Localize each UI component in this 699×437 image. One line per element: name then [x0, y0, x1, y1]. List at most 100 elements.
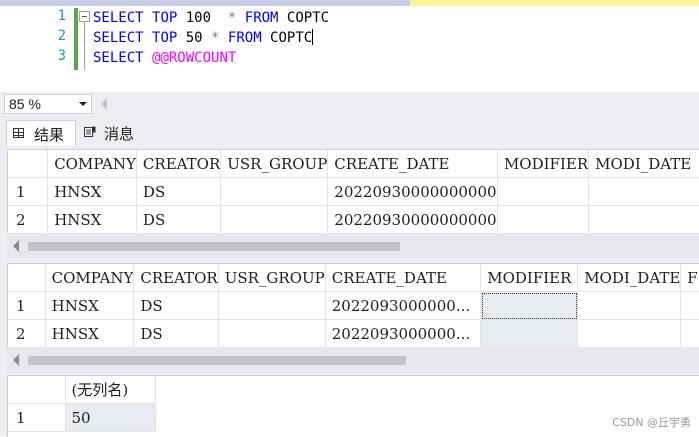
code-line[interactable]: SELECT @@ROWCOUNT [93, 48, 236, 68]
table-cell[interactable] [680, 319, 699, 348]
row-number[interactable]: 1 [8, 403, 66, 432]
table-cell[interactable] [588, 205, 699, 234]
table-cell[interactable]: 2022093000000... [325, 319, 482, 348]
column-header[interactable]: MODI_DATE [588, 150, 699, 178]
code-token: 50 [177, 30, 212, 46]
column-header[interactable]: F [680, 264, 699, 292]
outline-line [84, 22, 85, 70]
result-grid-1[interactable]: COMPANY CREATOR USR_GROUP CREATE_DATE MODIFI… [7, 149, 699, 234]
zoom-dropdown[interactable]: 85 % [4, 94, 92, 114]
chevron-down-icon[interactable] [79, 102, 87, 106]
table-cell[interactable] [480, 319, 579, 348]
message-icon [84, 126, 96, 137]
column-header[interactable]: MODIFIER [497, 150, 590, 178]
table-cell[interactable] [218, 319, 326, 348]
table-cell[interactable] [480, 291, 579, 320]
scrollbar-thumb[interactable] [28, 242, 400, 251]
collapse-toggle-icon[interactable] [79, 11, 90, 22]
tab-results[interactable]: 结果 [6, 120, 76, 146]
table-cell[interactable] [497, 205, 590, 234]
column-header[interactable]: USR_GROUP [220, 150, 329, 178]
row-number[interactable]: 1 [8, 291, 46, 320]
scroll-left-icon[interactable] [101, 98, 107, 110]
zoom-bar: 85 % [0, 92, 699, 116]
row-number[interactable]: 1 [8, 177, 49, 206]
table-cell[interactable]: DS [136, 177, 222, 206]
code-line[interactable]: SELECT TOP 100 * FROM COPTC [93, 8, 329, 28]
column-header[interactable]: MODI_DATE [577, 264, 682, 292]
column-header[interactable]: (无列名) [65, 376, 156, 404]
query-editor[interactable]: 1 2 3 SELECT TOP 100 * FROM COPTC SELECT… [0, 6, 699, 92]
scroll-left-icon[interactable] [13, 240, 19, 252]
table-cell[interactable]: HNSX [47, 205, 137, 234]
column-header[interactable]: MODIFIER [480, 264, 579, 292]
code-line[interactable]: SELECT TOP 50 * FROM COPTC [93, 28, 314, 48]
table-row[interactable]: 1 50 [8, 403, 156, 432]
table-row[interactable]: 2 HNSX DS 20220930000000000 [8, 205, 699, 234]
code-token: TOP [152, 10, 178, 26]
table-cell[interactable] [577, 291, 682, 320]
table-row[interactable]: 1 HNSX DS 20220930000000000 [8, 177, 699, 206]
result-grid-2[interactable]: COMPANY CREATOR USR_GROUP CREATE_DATE MODIFI… [7, 263, 699, 348]
table-cell[interactable]: HNSX [47, 177, 137, 206]
code-token: FROM [244, 10, 279, 26]
column-header[interactable]: CREATE_DATE [325, 264, 482, 292]
table-cell[interactable] [220, 205, 329, 234]
code-token: SELECT [93, 30, 144, 46]
column-header[interactable]: CREATE_DATE [327, 150, 498, 178]
row-header-corner[interactable] [8, 150, 49, 178]
line-number: 1 [57, 8, 66, 24]
table-cell[interactable]: 20220930000000000 [327, 177, 498, 206]
scrollbar-thumb[interactable] [28, 356, 406, 365]
code-token: SELECT [93, 50, 144, 66]
scroll-left-icon[interactable] [13, 354, 19, 366]
table-cell[interactable]: HNSX [45, 319, 135, 348]
column-header[interactable]: COMPANY [47, 150, 137, 178]
row-header-corner[interactable] [8, 376, 66, 404]
table-cell[interactable] [218, 291, 326, 320]
column-header[interactable]: USR_GROUP [218, 264, 326, 292]
horizontal-scrollbar[interactable] [7, 347, 699, 373]
column-header[interactable]: CREATOR [133, 264, 219, 292]
watermark: CSDN @丘宇勇 [612, 416, 691, 429]
table-cell[interactable] [588, 177, 699, 206]
result-table: COMPANY CREATOR USR_GROUP CREATE_DATE MODIFI… [8, 150, 699, 234]
table-cell[interactable]: 2022093000000... [325, 291, 482, 320]
change-tracking-bar [74, 8, 78, 70]
table-cell[interactable] [577, 319, 682, 348]
table-cell[interactable] [680, 291, 699, 320]
line-number-gutter: 1 2 3 [0, 6, 74, 92]
table-cell[interactable]: HNSX [45, 291, 135, 320]
table-cell[interactable] [220, 177, 329, 206]
table-cell[interactable]: DS [133, 319, 219, 348]
result-table: (无列名) 1 50 [8, 376, 156, 432]
result-grid-3[interactable]: (无列名) 1 50 [7, 375, 699, 437]
table-row[interactable]: 1 HNSX DS 2022093000000... [8, 291, 699, 320]
column-header[interactable]: CREATOR [136, 150, 222, 178]
tab-messages[interactable]: 消息 [78, 120, 146, 146]
code-token: TOP [152, 30, 178, 46]
code-token: COPTC [278, 10, 330, 26]
code-token: FROM [227, 30, 262, 46]
table-cell[interactable]: 50 [65, 403, 156, 432]
zoom-value: 85 % [9, 96, 41, 112]
column-header[interactable]: COMPANY [45, 264, 135, 292]
row-header-corner[interactable] [8, 264, 46, 292]
results-tabs: 结果 消息 [0, 116, 699, 146]
horizontal-scrollbar[interactable] [7, 233, 699, 259]
table-row[interactable]: 2 HNSX DS 2022093000000... [8, 319, 699, 348]
table-cell[interactable]: DS [136, 205, 222, 234]
table-cell[interactable] [497, 177, 590, 206]
results-pane: COMPANY CREATOR USR_GROUP CREATE_DATE MODIFI… [0, 146, 699, 437]
tab-label: 消息 [104, 125, 135, 143]
grid-icon [13, 128, 24, 138]
tab-label: 结果 [34, 126, 65, 144]
table-cell[interactable]: 20220930000000000 [327, 205, 498, 234]
row-number[interactable]: 2 [8, 205, 49, 234]
result-table: COMPANY CREATOR USR_GROUP CREATE_DATE MODIFI… [8, 264, 699, 348]
code-token: 100 [177, 10, 228, 26]
table-cell[interactable]: DS [133, 291, 219, 320]
row-number[interactable]: 2 [8, 319, 46, 348]
